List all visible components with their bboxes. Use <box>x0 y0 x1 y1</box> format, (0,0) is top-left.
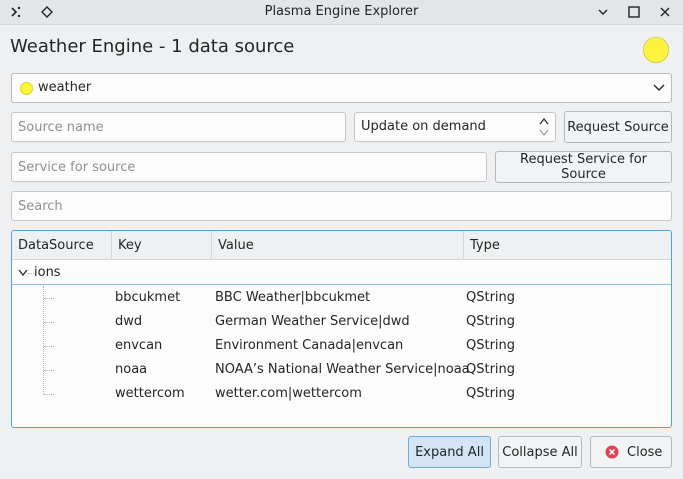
row-key: noaa <box>115 362 148 377</box>
row-value: wetter.com|wettercom <box>215 386 362 401</box>
table-row[interactable]: dwd German Weather Service|dwd QString <box>12 310 671 334</box>
update-interval-spinbox[interactable]: Update on demand <box>354 112 556 142</box>
tree-root-row[interactable]: ions <box>12 261 671 285</box>
branch-line <box>44 322 54 323</box>
spin-arrows-icon[interactable] <box>538 116 550 138</box>
row-key: dwd <box>115 314 143 329</box>
title-bar: Plasma Engine Explorer <box>0 0 683 25</box>
close-window-icon[interactable] <box>655 2 675 22</box>
table-row[interactable]: bbcukmet BBC Weather|bbcukmet QString <box>12 286 671 310</box>
branch-line <box>44 394 54 395</box>
window-title: Plasma Engine Explorer <box>264 4 419 19</box>
engine-explorer-window: Weather Engine - 1 data source weather U… <box>0 25 683 479</box>
search-field[interactable] <box>11 191 672 221</box>
update-interval-value: Update on demand <box>361 119 486 134</box>
engine-select[interactable]: weather <box>11 73 672 103</box>
engine-status-icon <box>643 37 669 63</box>
maximize-icon[interactable] <box>624 2 644 22</box>
minimize-icon[interactable] <box>593 2 613 22</box>
chevron-down-icon <box>653 84 665 91</box>
column-datasource[interactable]: DataSource <box>12 231 112 260</box>
request-source-button[interactable]: Request Source <box>564 111 672 143</box>
row-type: QString <box>466 314 516 329</box>
root-label: ions <box>34 265 61 280</box>
row-key: envcan <box>115 338 163 353</box>
row-value: German Weather Service|dwd <box>215 314 410 329</box>
table-row[interactable]: envcan Environment Canada|envcan QString <box>12 334 671 358</box>
expand-arrow-icon[interactable] <box>18 269 28 277</box>
row-value: BBC Weather|bbcukmet <box>215 290 371 305</box>
service-source-field[interactable] <box>11 152 487 182</box>
tree-header: DataSource Key Value Type <box>12 231 671 260</box>
collapse-all-button[interactable]: Collapse All <box>498 436 582 468</box>
column-type[interactable]: Type <box>464 231 671 260</box>
engine-select-value: weather <box>38 80 92 95</box>
request-service-button[interactable]: Request Service for Source <box>495 151 672 183</box>
row-value: Environment Canada|envcan <box>215 338 404 353</box>
close-button[interactable]: Close <box>590 436 672 468</box>
branch-line <box>44 370 54 371</box>
column-key[interactable]: Key <box>112 231 212 260</box>
row-type: QString <box>466 362 516 377</box>
search-input[interactable] <box>12 192 671 220</box>
branch-line <box>44 298 54 299</box>
row-key: bbcukmet <box>115 290 181 305</box>
branch-line <box>44 346 54 347</box>
row-value: NOAA’s National Weather Service|noaa <box>215 362 470 377</box>
expand-all-button[interactable]: Expand All <box>408 436 491 468</box>
row-key: wettercom <box>115 386 185 401</box>
close-button-label: Close <box>627 444 663 460</box>
close-icon <box>605 445 619 459</box>
source-name-field[interactable] <box>11 112 346 142</box>
row-type: QString <box>466 338 516 353</box>
page-title: Weather Engine - 1 data source <box>10 36 295 57</box>
column-value[interactable]: Value <box>212 231 464 260</box>
table-row[interactable]: noaa NOAA’s National Weather Service|noa… <box>12 358 671 382</box>
weather-engine-icon <box>20 82 33 95</box>
table-row[interactable]: wettercom wetter.com|wettercom QString <box>12 382 671 406</box>
row-type: QString <box>466 386 516 401</box>
source-name-input[interactable] <box>12 113 345 141</box>
data-tree[interactable]: DataSource Key Value Type ions bbcukmet … <box>11 230 672 428</box>
service-source-input[interactable] <box>12 153 486 181</box>
row-type: QString <box>466 290 516 305</box>
